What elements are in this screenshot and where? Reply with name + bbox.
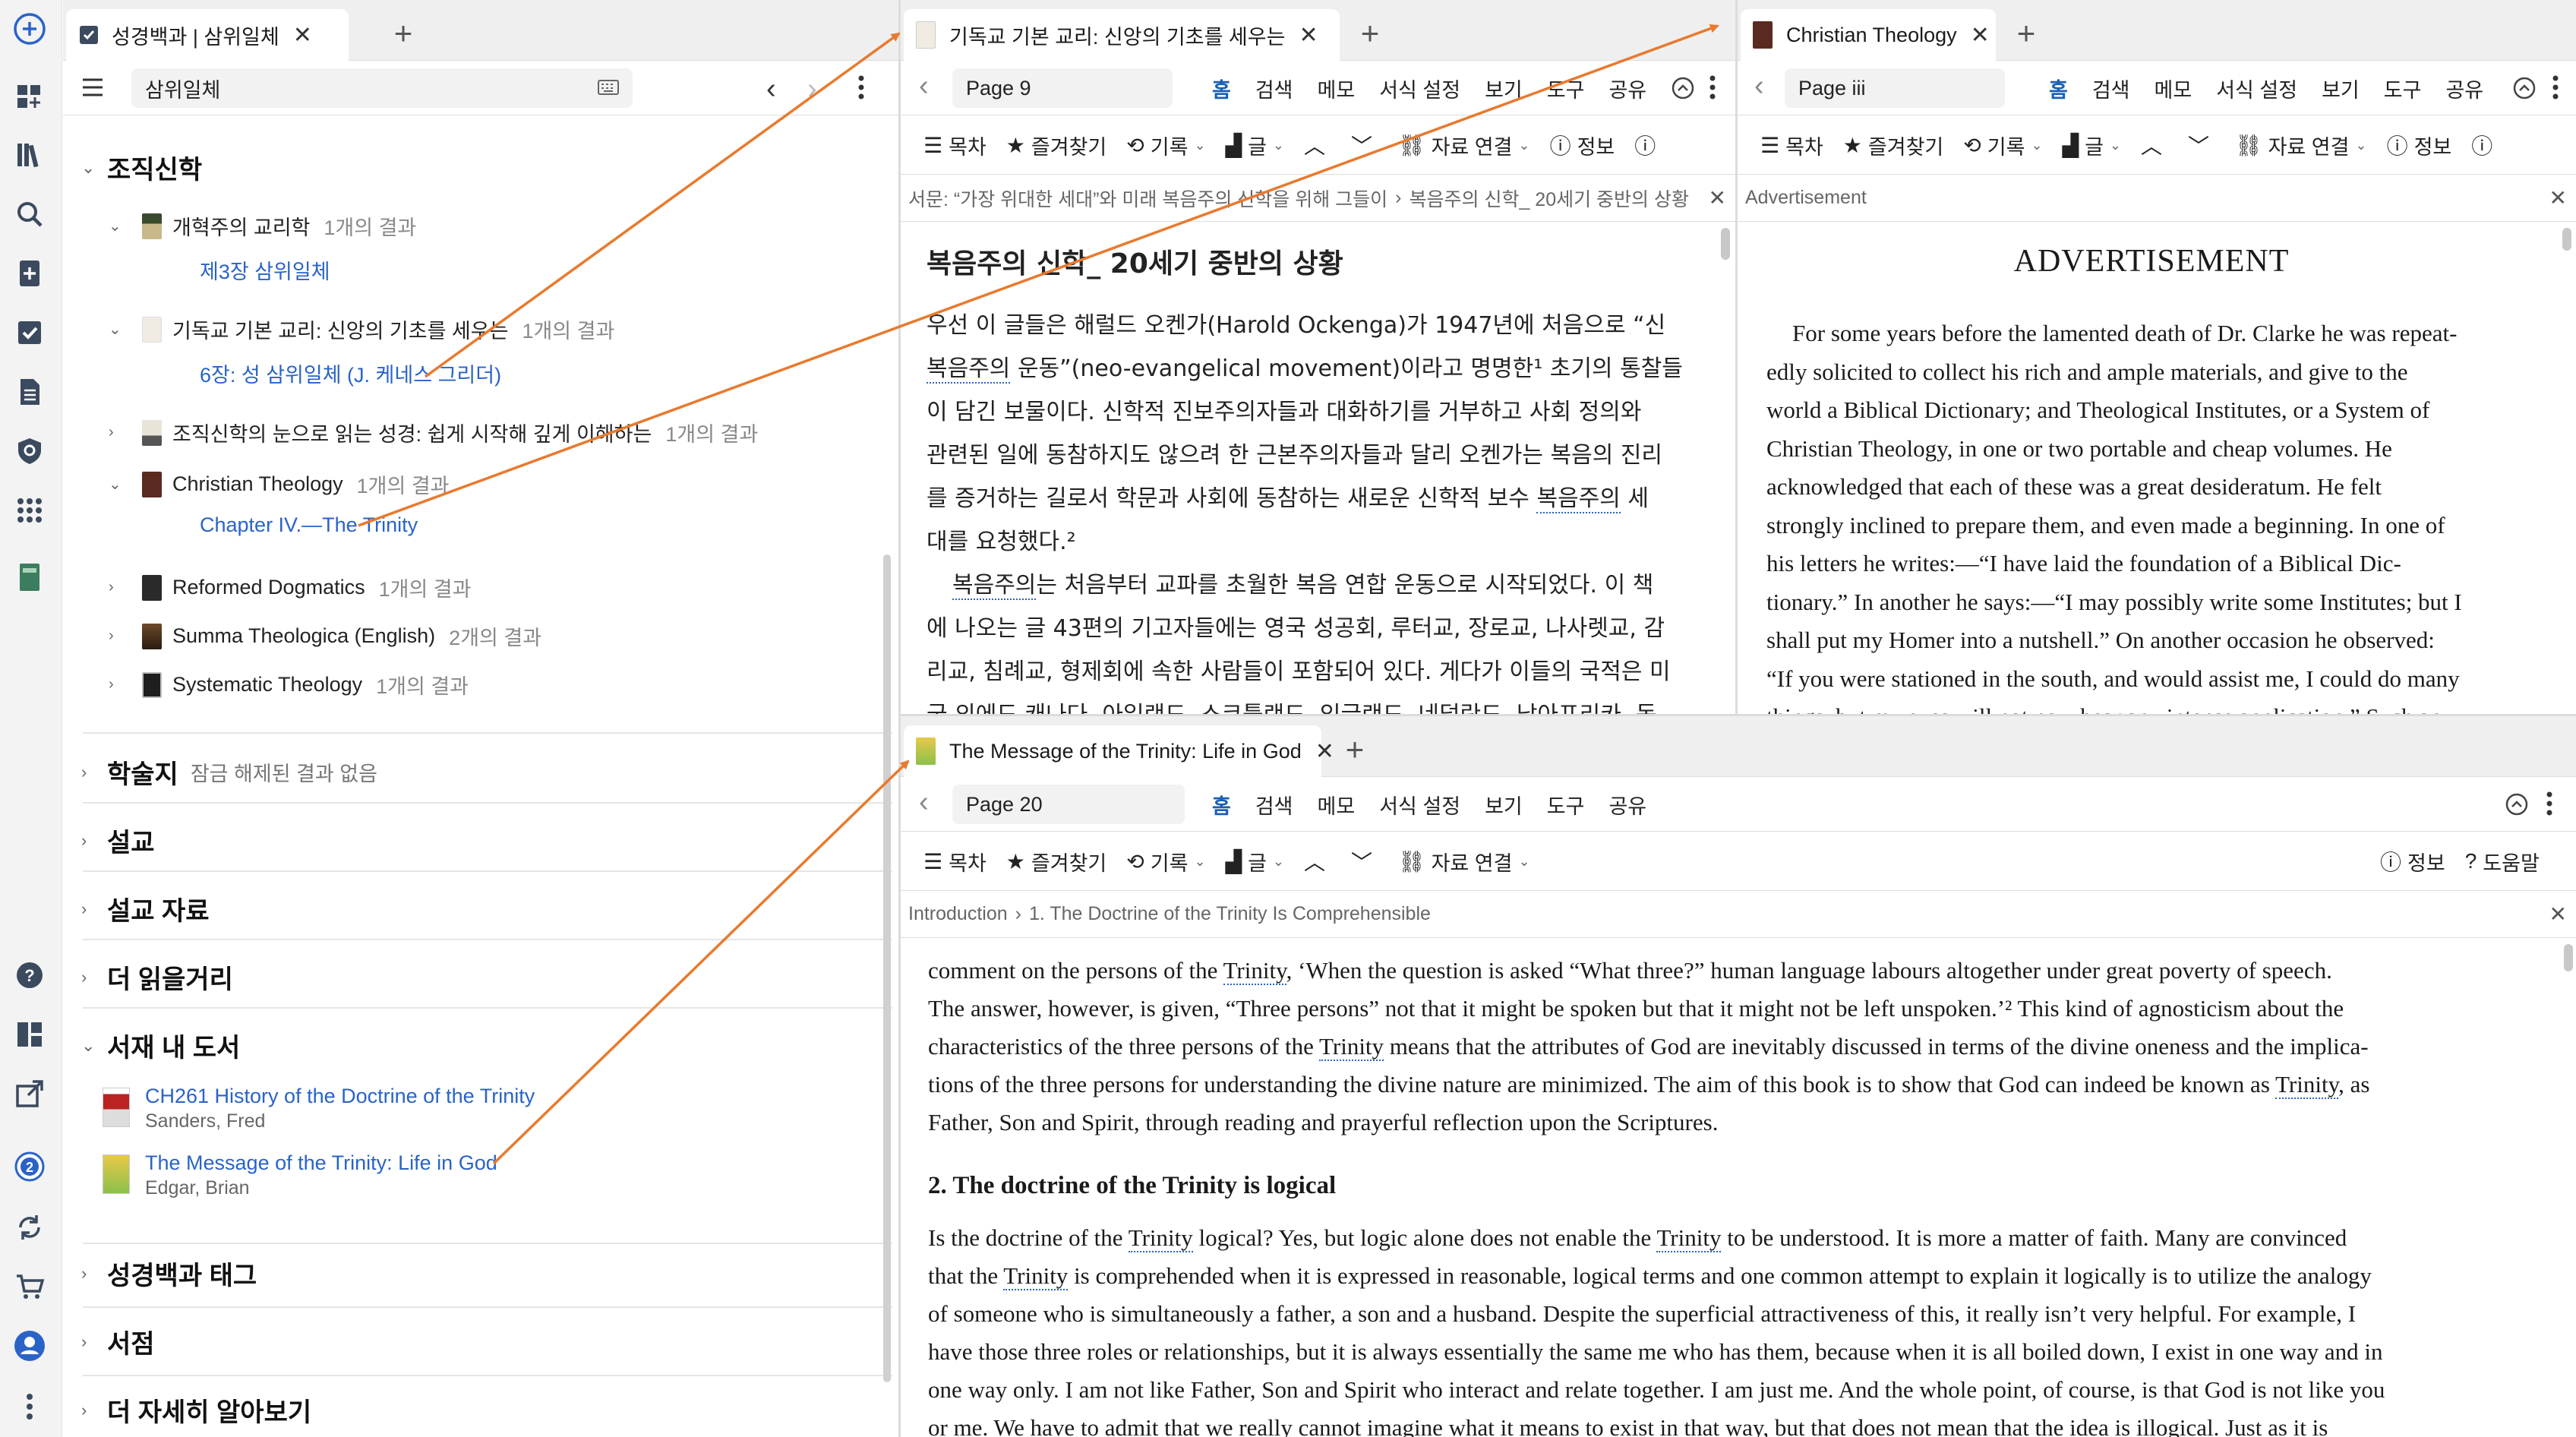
- annotation-arrows: [358, 24, 1719, 1165]
- arrow-to-message-trinity: [492, 760, 910, 1165]
- arrow-to-basic-doctrine: [424, 32, 901, 378]
- arrow-to-christian-theology: [358, 24, 1719, 527]
